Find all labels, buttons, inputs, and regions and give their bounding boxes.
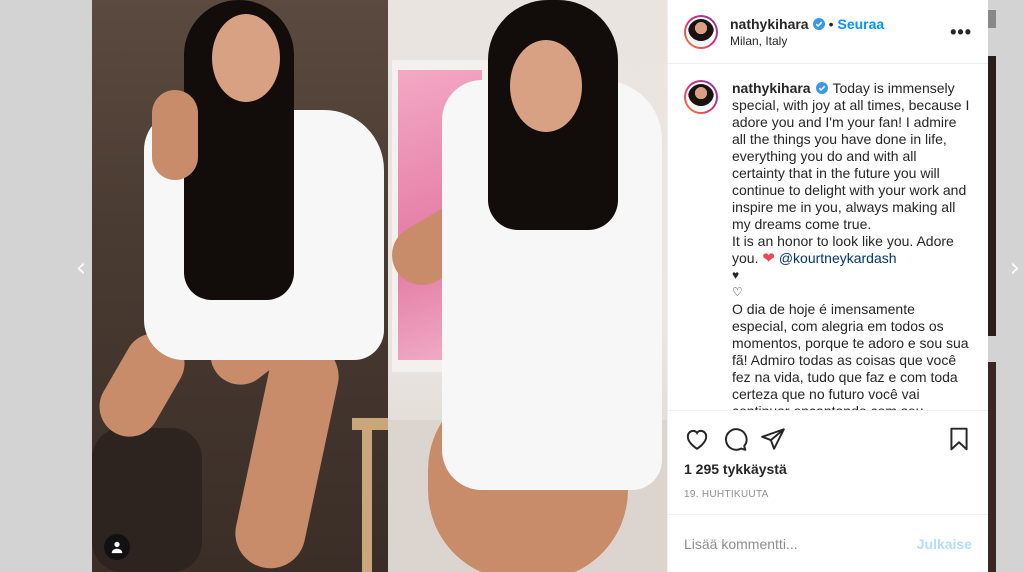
mention-link[interactable]: @kourtneykardash — [779, 250, 897, 266]
follow-button[interactable]: Seuraa — [838, 16, 885, 32]
red-heart-emoji: ❤ — [762, 250, 775, 267]
background-thumb-top — [988, 10, 996, 28]
bookmark-icon[interactable] — [946, 426, 972, 452]
caption-section: nathykihara Today is immensely special, … — [668, 64, 988, 410]
heart-icon[interactable] — [684, 426, 710, 452]
post-date[interactable]: 19. huhtikuuta — [684, 489, 972, 500]
caption-username-link[interactable]: nathykihara — [732, 80, 811, 96]
more-options-icon[interactable]: ••• — [950, 22, 972, 43]
comment-input[interactable] — [684, 535, 917, 552]
likes-count[interactable]: 1 295 tykkäystä — [684, 461, 972, 477]
comment-icon[interactable] — [722, 426, 748, 452]
post-header: nathykihara • Seuraa Milan, Italy ••• — [668, 0, 988, 64]
caption-portuguese: O dia de hoje é imensamente especial, co… — [732, 301, 969, 410]
user-tag-icon — [111, 541, 123, 554]
location-link[interactable]: Milan, Italy — [730, 34, 884, 48]
next-post-arrow[interactable]: › — [1006, 255, 1024, 281]
verified-badge-icon — [812, 17, 825, 30]
black-heart-emoji: ♥ — [732, 268, 740, 282]
background-left — [0, 0, 92, 572]
white-heart-emoji: ♡ — [732, 285, 743, 299]
post-modal: nathykihara • Seuraa Milan, Italy ••• na… — [92, 0, 988, 572]
caption-text: nathykihara Today is immensely special, … — [732, 80, 971, 410]
share-icon[interactable] — [760, 426, 786, 452]
post-actions: 1 295 tykkäystä 19. huhtikuuta — [668, 410, 988, 514]
background-thumb — [988, 362, 996, 572]
caption-english: Today is immensely special, with joy at … — [732, 80, 970, 232]
separator-dot: • — [828, 15, 834, 32]
user-tag-button[interactable] — [104, 534, 130, 560]
photo-left-half — [92, 0, 388, 572]
username-link[interactable]: nathykihara — [730, 16, 809, 32]
previous-post-arrow[interactable]: ‹ — [72, 255, 90, 281]
avatar[interactable] — [684, 14, 718, 49]
add-comment-bar: Julkaise — [668, 514, 988, 572]
post-comment-button[interactable]: Julkaise — [917, 536, 972, 552]
post-image[interactable] — [92, 0, 667, 572]
photo-right-half — [381, 0, 667, 572]
avatar[interactable] — [684, 80, 718, 114]
background-thumb — [988, 56, 996, 336]
post-sidebar: nathykihara • Seuraa Milan, Italy ••• na… — [667, 0, 988, 572]
verified-badge-icon — [816, 82, 829, 94]
